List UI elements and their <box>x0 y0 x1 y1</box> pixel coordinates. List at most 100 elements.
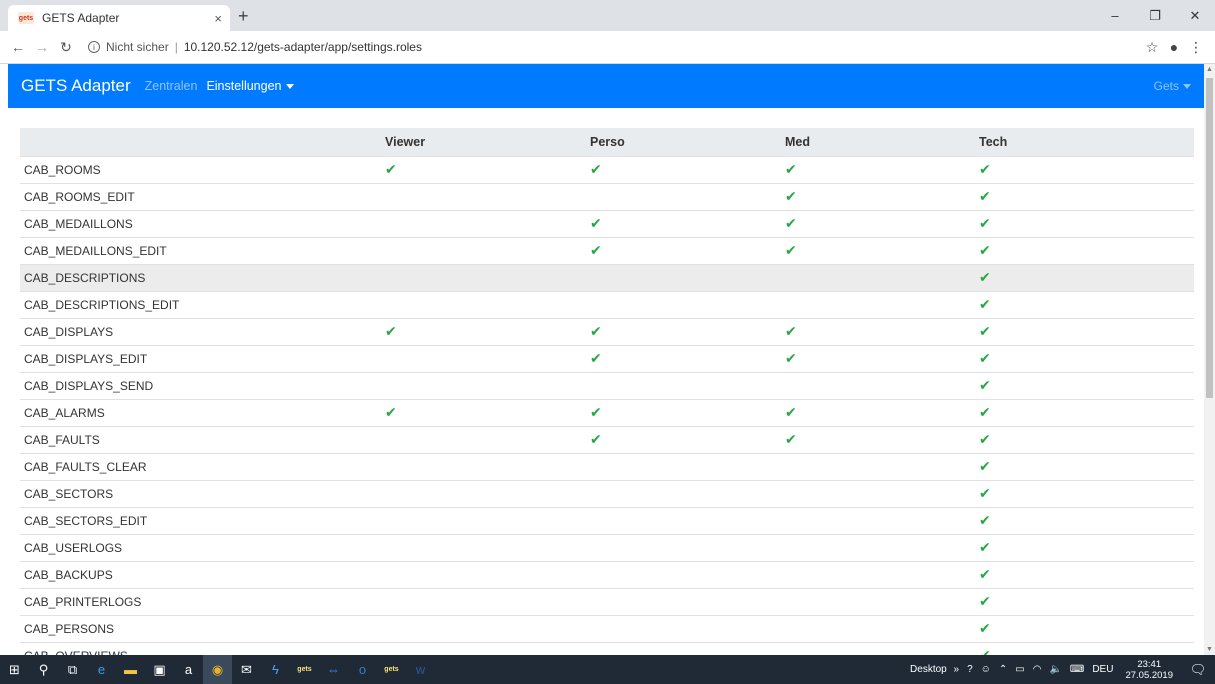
cell-viewer <box>385 371 590 399</box>
amazon-icon[interactable]: a <box>174 655 203 684</box>
column-header-permission <box>20 128 385 156</box>
language-indicator[interactable]: DEU <box>1092 664 1113 675</box>
help-icon[interactable]: ? <box>967 664 973 675</box>
cell-viewer <box>385 425 590 453</box>
checkmark-icon: ✔ <box>979 215 991 231</box>
user-menu[interactable]: Gets <box>1154 79 1191 93</box>
table-row: CAB_SECTORS_EDIT ✔ <box>20 506 1194 534</box>
chrome-icon[interactable]: ◉ <box>203 655 232 684</box>
checkmark-icon: ✔ <box>590 215 602 231</box>
info-icon[interactable]: i <box>88 41 100 53</box>
close-window-button[interactable]: ✕ <box>1175 0 1215 31</box>
clock-time: 23:41 <box>1137 658 1162 670</box>
table-row: CAB_DISPLAYS_SEND ✔ <box>20 371 1194 399</box>
tab-close-icon[interactable]: × <box>214 11 222 26</box>
checkmark-icon: ✔ <box>785 242 797 258</box>
cell-viewer <box>385 506 590 534</box>
table-row: CAB_DISPLAYS_EDIT ✔ ✔ ✔ <box>20 344 1194 372</box>
checkmark-icon: ✔ <box>979 242 991 258</box>
page-scrollbar[interactable]: ▲ ▼ <box>1204 64 1215 655</box>
nav-link-zentralen[interactable]: Zentralen <box>145 79 198 93</box>
back-arrow-icon[interactable]: ← <box>6 39 30 55</box>
cell-tech: ✔ <box>979 560 1194 588</box>
cell-med <box>785 452 979 480</box>
address-bar[interactable]: i Nicht sicher | 10.120.52.12/gets-adapt… <box>88 40 422 54</box>
desktop-label: Desktop <box>910 664 947 675</box>
scroll-up-icon[interactable]: ▲ <box>1206 66 1213 73</box>
cell-viewer <box>385 533 590 561</box>
table-row: CAB_FAULTS_CLEAR ✔ <box>20 452 1194 480</box>
checkmark-icon: ✔ <box>979 296 991 312</box>
checkmark-icon: ✔ <box>979 323 991 339</box>
powershell-icon[interactable]: ϟ <box>261 655 290 684</box>
taskbar-clock[interactable]: 23:41 27.05.2019 <box>1125 659 1173 681</box>
gets-app-icon-2-glyph: gets <box>384 666 399 673</box>
roles-table: Viewer Perso Med Tech CAB_ROOMS ✔ ✔ ✔ ✔ CAB_R… <box>20 128 1194 655</box>
windows-start-icon[interactable]: ⊞ <box>0 655 29 684</box>
store-icon[interactable]: ▣ <box>145 655 174 684</box>
permission-name: CAB_BACKUPS <box>20 560 385 588</box>
cell-viewer <box>385 587 590 615</box>
cell-perso: ✔ <box>590 209 785 237</box>
outlook-icon-glyph: o <box>358 662 367 677</box>
people-icon[interactable]: ☺ <box>981 664 991 675</box>
permission-name: CAB_OVERVIEWS <box>20 641 385 655</box>
table-row: CAB_ROOMS ✔ ✔ ✔ ✔ <box>20 155 1194 183</box>
outlook-icon[interactable]: o <box>348 655 377 684</box>
nav-link-einstellungen-label: Einstellungen <box>206 79 282 93</box>
powershell-icon-glyph: ϟ <box>272 662 279 677</box>
gets-app-icon-2[interactable]: gets <box>377 655 406 684</box>
checkmark-icon: ✔ <box>785 161 797 177</box>
task-view-icon[interactable]: ⧉ <box>58 655 87 684</box>
tray-chevron-up-icon[interactable]: ⌃ <box>999 664 1007 675</box>
scroll-thumb[interactable] <box>1206 78 1213 398</box>
new-tab-button[interactable]: + <box>238 6 249 27</box>
cell-med: ✔ <box>785 236 979 264</box>
url-text[interactable]: 10.120.52.12/gets-adapter/app/settings.r… <box>184 40 422 54</box>
notification-icon[interactable]: 🗨 <box>1185 655 1211 684</box>
profile-icon[interactable]: ● <box>1163 39 1185 55</box>
word-icon[interactable]: w <box>406 655 435 684</box>
volume-icon[interactable]: 🔈 <box>1049 664 1061 675</box>
keyboard-icon[interactable]: ⌨ <box>1070 664 1084 675</box>
table-row: CAB_DESCRIPTIONS_EDIT ✔ <box>20 290 1194 318</box>
checkmark-icon: ✔ <box>979 593 991 609</box>
checkmark-icon: ✔ <box>385 323 397 339</box>
cell-med <box>785 641 979 655</box>
cell-perso <box>590 371 785 399</box>
browser-tab[interactable]: gets GETS Adapter × <box>8 5 230 31</box>
cell-med <box>785 533 979 561</box>
search-icon[interactable]: ⚲ <box>29 655 58 684</box>
cell-tech: ✔ <box>979 479 1194 507</box>
desktop-toolbar[interactable]: Desktop » <box>906 664 959 675</box>
cell-tech: ✔ <box>979 290 1194 318</box>
cell-tech: ✔ <box>979 533 1194 561</box>
maximize-button[interactable]: ❐ <box>1135 0 1175 31</box>
checkmark-icon: ✔ <box>979 431 991 447</box>
battery-icon[interactable]: ▭ <box>1015 664 1024 675</box>
wifi-icon[interactable]: ◠ <box>1033 664 1042 675</box>
cell-med: ✔ <box>785 209 979 237</box>
forward-arrow-icon[interactable]: → <box>30 39 54 55</box>
checkmark-icon: ✔ <box>979 161 991 177</box>
brand-link[interactable]: GETS Adapter <box>21 76 131 96</box>
file-explorer-icon[interactable]: ▬ <box>116 655 145 684</box>
mail-icon[interactable]: ✉ <box>232 655 261 684</box>
menu-kebab-icon[interactable]: ⋮ <box>1185 39 1207 56</box>
permission-name: CAB_SECTORS_EDIT <box>20 506 385 534</box>
permission-name: CAB_ALARMS <box>20 398 385 426</box>
bookmark-star-icon[interactable]: ☆ <box>1141 39 1163 56</box>
scroll-down-icon[interactable]: ▼ <box>1206 646 1213 653</box>
minimize-button[interactable]: – <box>1095 0 1135 31</box>
permission-name: CAB_ROOMS <box>20 155 385 183</box>
teamviewer-icon[interactable]: ⇔ <box>319 655 348 684</box>
cell-perso <box>590 479 785 507</box>
nav-link-einstellungen[interactable]: Einstellungen <box>206 79 294 93</box>
reload-icon[interactable]: ↻ <box>54 39 78 56</box>
permission-name: CAB_DISPLAYS <box>20 317 385 345</box>
edge-icon[interactable]: e <box>87 655 116 684</box>
roles-table-body: CAB_ROOMS ✔ ✔ ✔ ✔ CAB_ROOMS_EDIT ✔ ✔ CAB_MEDAILL… <box>20 155 1194 655</box>
cell-perso <box>590 182 785 210</box>
cell-med <box>785 614 979 642</box>
gets-app-icon[interactable]: gets <box>290 655 319 684</box>
